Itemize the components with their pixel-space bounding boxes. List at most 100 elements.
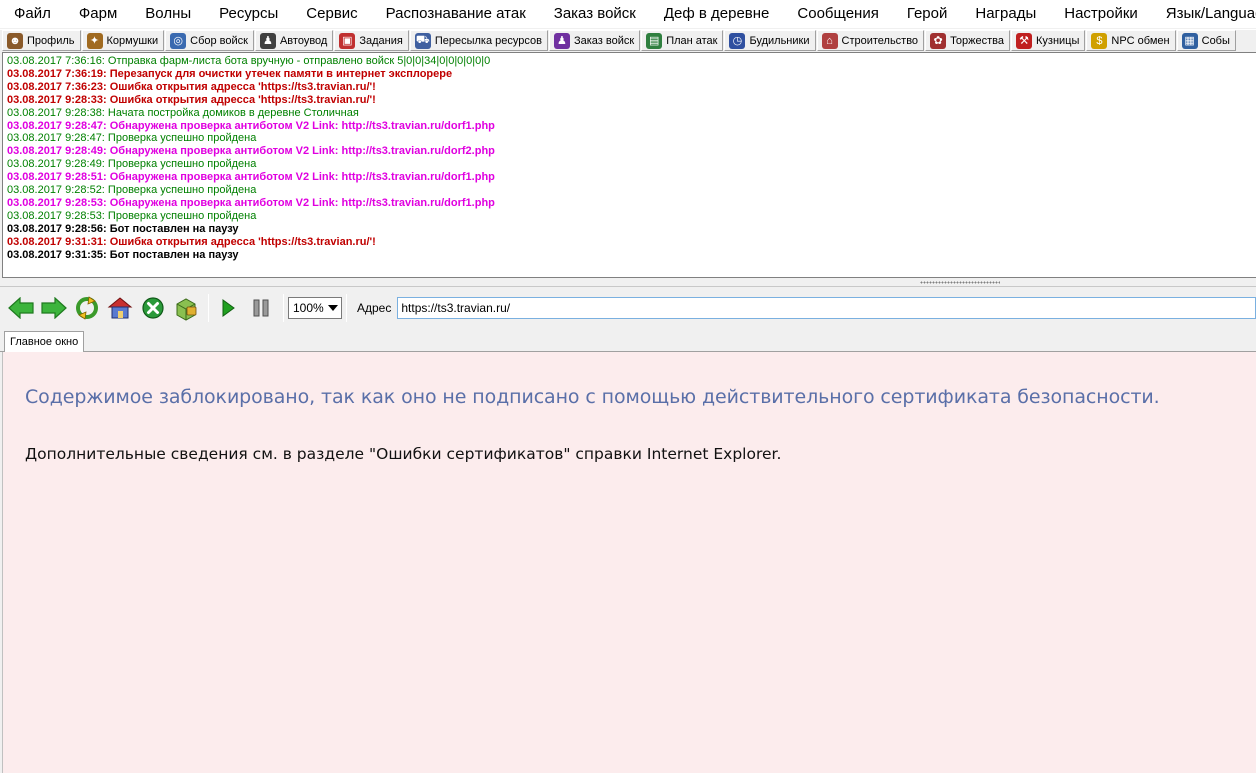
menu-bar: Файл Фарм Волны Ресурсы Сервис Распознавание … xyxy=(0,0,1256,28)
log-entry: 03.08.2017 9:28:38: Начата постройка дом… xyxy=(7,106,359,119)
toolbar-button[interactable]: ☻ Профиль xyxy=(2,30,81,51)
certificate-error-title: Содержимое заблокировано, так как оно не… xyxy=(25,386,1160,408)
toolbar-button-label: Автоувод xyxy=(279,34,328,47)
log-entry: 03.08.2017 7:36:16: Отправка фарм-листа … xyxy=(7,55,491,67)
address-input[interactable] xyxy=(397,297,1256,319)
profile-icon: ☻ xyxy=(7,32,23,49)
toolbar-button-label: Задания xyxy=(359,34,403,47)
toolbar-separator xyxy=(346,294,347,322)
home-button[interactable] xyxy=(105,293,135,323)
gather-icon: ◎ xyxy=(170,32,187,49)
autoevade-icon: ♟ xyxy=(259,32,276,49)
zoom-select[interactable]: 100% xyxy=(288,297,342,319)
toolbar-button[interactable]: ▣ Задания xyxy=(334,30,409,51)
toolbar-button-label: Кормушки xyxy=(106,34,159,47)
address-label: Адрес xyxy=(357,301,392,315)
menu-item[interactable]: Язык/Language xyxy=(1152,0,1256,28)
log-entry: 03.08.2017 9:28:49: Проверка успешно про… xyxy=(7,158,257,171)
log-entry: 03.08.2017 7:36:19: Перезапуск для очист… xyxy=(7,67,453,80)
toolbar-button[interactable]: ⛟ Пересылка ресурсов xyxy=(409,30,548,51)
toolbar-button-label: Сбор войск xyxy=(190,34,248,47)
menu-item[interactable]: Деф в деревне xyxy=(650,0,784,28)
build-icon: ⌂ xyxy=(821,32,838,49)
log-panel[interactable]: 03.08.2017 7:36:16: Отправка фарм-листа … xyxy=(2,52,1256,278)
stop-button[interactable] xyxy=(138,293,168,323)
menu-item[interactable]: Ресурсы xyxy=(205,0,292,28)
feature-toolbar: ☻ Профиль ✦ Кормушки ◎ Сбор войск ♟ Автоувод ▣ За… xyxy=(0,29,1256,51)
forward-arrow-icon xyxy=(41,297,67,319)
resources-icon: ⛟ xyxy=(414,32,431,49)
tab-main-window[interactable]: Главное окно xyxy=(4,331,85,353)
toolbar-button-label: Будильники xyxy=(749,34,810,47)
toolbar-button[interactable]: ✦ Кормушки xyxy=(81,30,165,51)
certificate-error-text: Дополнительные сведения см. в разделе "О… xyxy=(25,445,782,463)
toolbar-button[interactable]: ♟ Автоувод xyxy=(254,30,334,51)
toolbar-button-label: NPC обмен xyxy=(1111,34,1170,47)
forward-button[interactable] xyxy=(39,293,69,323)
stop-icon xyxy=(142,297,164,319)
toolbar-button[interactable]: ⚒ Кузницы xyxy=(1011,30,1086,51)
log-entry: 03.08.2017 9:28:49: Обнаружена проверка … xyxy=(7,145,495,158)
back-button[interactable] xyxy=(6,293,36,323)
log-entry: 03.08.2017 9:28:33: Ошибка открытия адре… xyxy=(7,93,376,106)
feeder-icon: ✦ xyxy=(86,32,103,49)
celebration-icon: ✿ xyxy=(930,32,947,49)
menu-item[interactable]: Заказ войск xyxy=(540,0,650,28)
toolbar-button[interactable]: ▦ Собы xyxy=(1176,30,1236,51)
menu-item[interactable]: Распознавание атак xyxy=(372,0,540,28)
toolbar-button-label: Торжества xyxy=(950,34,1005,47)
toolbar-button[interactable]: ♟ Заказ войск xyxy=(548,30,641,51)
toolbar-button-label: План атак xyxy=(666,34,718,47)
toolbar-button-label: Собы xyxy=(1201,34,1230,47)
menu-item[interactable]: Сервис xyxy=(292,0,371,28)
toolbar-button[interactable]: ▤ План атак xyxy=(641,30,724,51)
script-button[interactable] xyxy=(171,293,201,323)
order-troops-icon: ♟ xyxy=(553,32,570,49)
toolbar-button[interactable]: ◷ Будильники xyxy=(724,30,816,51)
alarm-icon: ◷ xyxy=(729,32,746,49)
menu-item[interactable]: Фарм xyxy=(65,0,131,28)
back-arrow-icon xyxy=(8,297,34,319)
log-entry: 03.08.2017 9:28:53: Обнаружена проверка … xyxy=(7,196,495,209)
play-icon xyxy=(222,299,235,317)
menu-item[interactable]: Файл xyxy=(0,0,65,28)
toolbar-button[interactable]: ✿ Торжества xyxy=(925,30,1011,51)
refresh-button[interactable] xyxy=(72,293,102,323)
toolbar-button-label: Строительство xyxy=(841,34,919,47)
browser-navbar: 100% Адрес xyxy=(0,288,1256,328)
log-entry: 03.08.2017 9:31:35: Бот поставлен на пау… xyxy=(7,248,239,261)
chevron-down-icon xyxy=(328,305,338,311)
home-icon xyxy=(107,297,133,319)
toolbar-separator xyxy=(283,294,284,322)
toolbar-button[interactable]: ◎ Сбор войск xyxy=(165,30,254,51)
refresh-icon xyxy=(76,296,98,320)
log-entry: 03.08.2017 9:28:51: Обнаружена проверка … xyxy=(7,171,495,184)
cube-lock-icon xyxy=(176,298,197,321)
npc-exchange-icon: $ xyxy=(1091,32,1108,49)
pause-button[interactable] xyxy=(246,293,276,323)
pause-icon xyxy=(253,299,269,317)
splitter-grip[interactable] xyxy=(920,281,1000,284)
menu-item[interactable]: Герой xyxy=(893,0,962,28)
toolbar-separator xyxy=(208,294,209,322)
log-entry: 03.08.2017 7:36:23: Ошибка открытия адре… xyxy=(7,80,376,93)
zoom-value: 100% xyxy=(293,301,324,315)
toolbar-button[interactable]: $ NPC обмен xyxy=(1086,30,1176,51)
play-button[interactable] xyxy=(213,293,243,323)
log-entry: 03.08.2017 9:28:52: Проверка успешно про… xyxy=(7,184,257,197)
menu-item[interactable]: Сообщения xyxy=(783,0,892,28)
toolbar-button-label: Заказ войск xyxy=(573,34,635,47)
log-entry: 03.08.2017 9:28:47: Обнаружена проверка … xyxy=(7,119,495,132)
toolbar-button[interactable]: ⌂ Строительство xyxy=(816,30,925,51)
browser-tabstrip: Главное окно xyxy=(0,329,1256,353)
menu-item[interactable]: Волны xyxy=(131,0,205,28)
toolbar-button-label: Профиль xyxy=(27,34,75,47)
events-icon: ▦ xyxy=(1181,32,1198,49)
log-entry: 03.08.2017 9:28:53: Проверка успешно про… xyxy=(7,209,257,222)
browser-content: Содержимое заблокировано, так как оно не… xyxy=(2,352,1256,773)
log-entry: 03.08.2017 9:28:56: Бот поставлен на пау… xyxy=(7,222,239,235)
menu-item[interactable]: Награды xyxy=(961,0,1050,28)
menu-item[interactable]: Настройки xyxy=(1050,0,1152,28)
panel-splitter[interactable] xyxy=(0,279,1256,287)
attack-plan-icon: ▤ xyxy=(646,32,663,49)
